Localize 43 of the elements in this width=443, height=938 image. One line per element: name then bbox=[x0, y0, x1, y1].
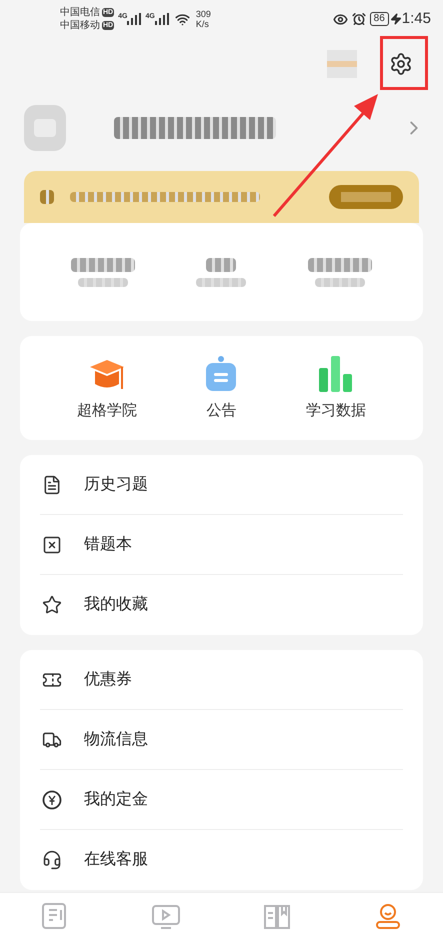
wifi-icon bbox=[174, 12, 190, 26]
truck-icon bbox=[42, 730, 62, 750]
redacted-text bbox=[196, 278, 246, 286]
redacted-text bbox=[206, 258, 236, 272]
network-speed: 309 bbox=[196, 9, 211, 19]
menu-item[interactable]: 优惠券 bbox=[40, 650, 403, 710]
star-icon bbox=[42, 595, 62, 615]
charging-icon bbox=[390, 13, 402, 25]
notice-board-icon bbox=[204, 356, 238, 392]
speed-unit: K/s bbox=[196, 19, 210, 29]
yen-coin-icon bbox=[42, 790, 62, 810]
graduation-cap-icon bbox=[88, 358, 126, 392]
signal-icon bbox=[154, 13, 169, 25]
clock-time: 1:45 bbox=[402, 8, 431, 29]
menu-item[interactable]: 我的收藏 bbox=[40, 575, 403, 635]
bar-chart-icon bbox=[318, 356, 354, 392]
alarm-icon bbox=[352, 12, 366, 26]
headset-icon bbox=[42, 850, 62, 870]
redacted-text bbox=[40, 190, 54, 204]
highlight-frame bbox=[380, 36, 428, 90]
banner-button[interactable] bbox=[329, 185, 403, 209]
carrier-name: 中国电信 bbox=[60, 6, 100, 18]
redacted-text bbox=[78, 278, 128, 286]
avatar bbox=[24, 105, 66, 151]
settings-icon[interactable] bbox=[389, 52, 413, 76]
redacted-text bbox=[70, 258, 135, 272]
document-icon bbox=[42, 474, 62, 494]
carrier-name: 中国移动 bbox=[60, 20, 100, 32]
membership-banner[interactable] bbox=[24, 171, 419, 223]
menu-item[interactable]: 物流信息 bbox=[40, 710, 403, 770]
eye-icon bbox=[332, 12, 348, 26]
menu-item[interactable]: 我的定金 bbox=[40, 770, 403, 830]
menu-item[interactable]: 历史习题 bbox=[40, 455, 403, 515]
shortcut-label[interactable]: 公告 bbox=[206, 400, 236, 422]
redacted-text bbox=[315, 278, 366, 286]
battery-level: 86 bbox=[370, 12, 389, 26]
x-square-icon bbox=[42, 534, 62, 554]
menu-item[interactable]: 错题本 bbox=[40, 515, 403, 575]
shortcut-label[interactable]: 超格学院 bbox=[77, 400, 138, 422]
redacted-text bbox=[308, 258, 372, 272]
menu-item[interactable]: 在线客服 bbox=[40, 830, 403, 890]
shortcut-label[interactable]: 学习数据 bbox=[306, 400, 366, 422]
signal-icon bbox=[127, 13, 142, 25]
